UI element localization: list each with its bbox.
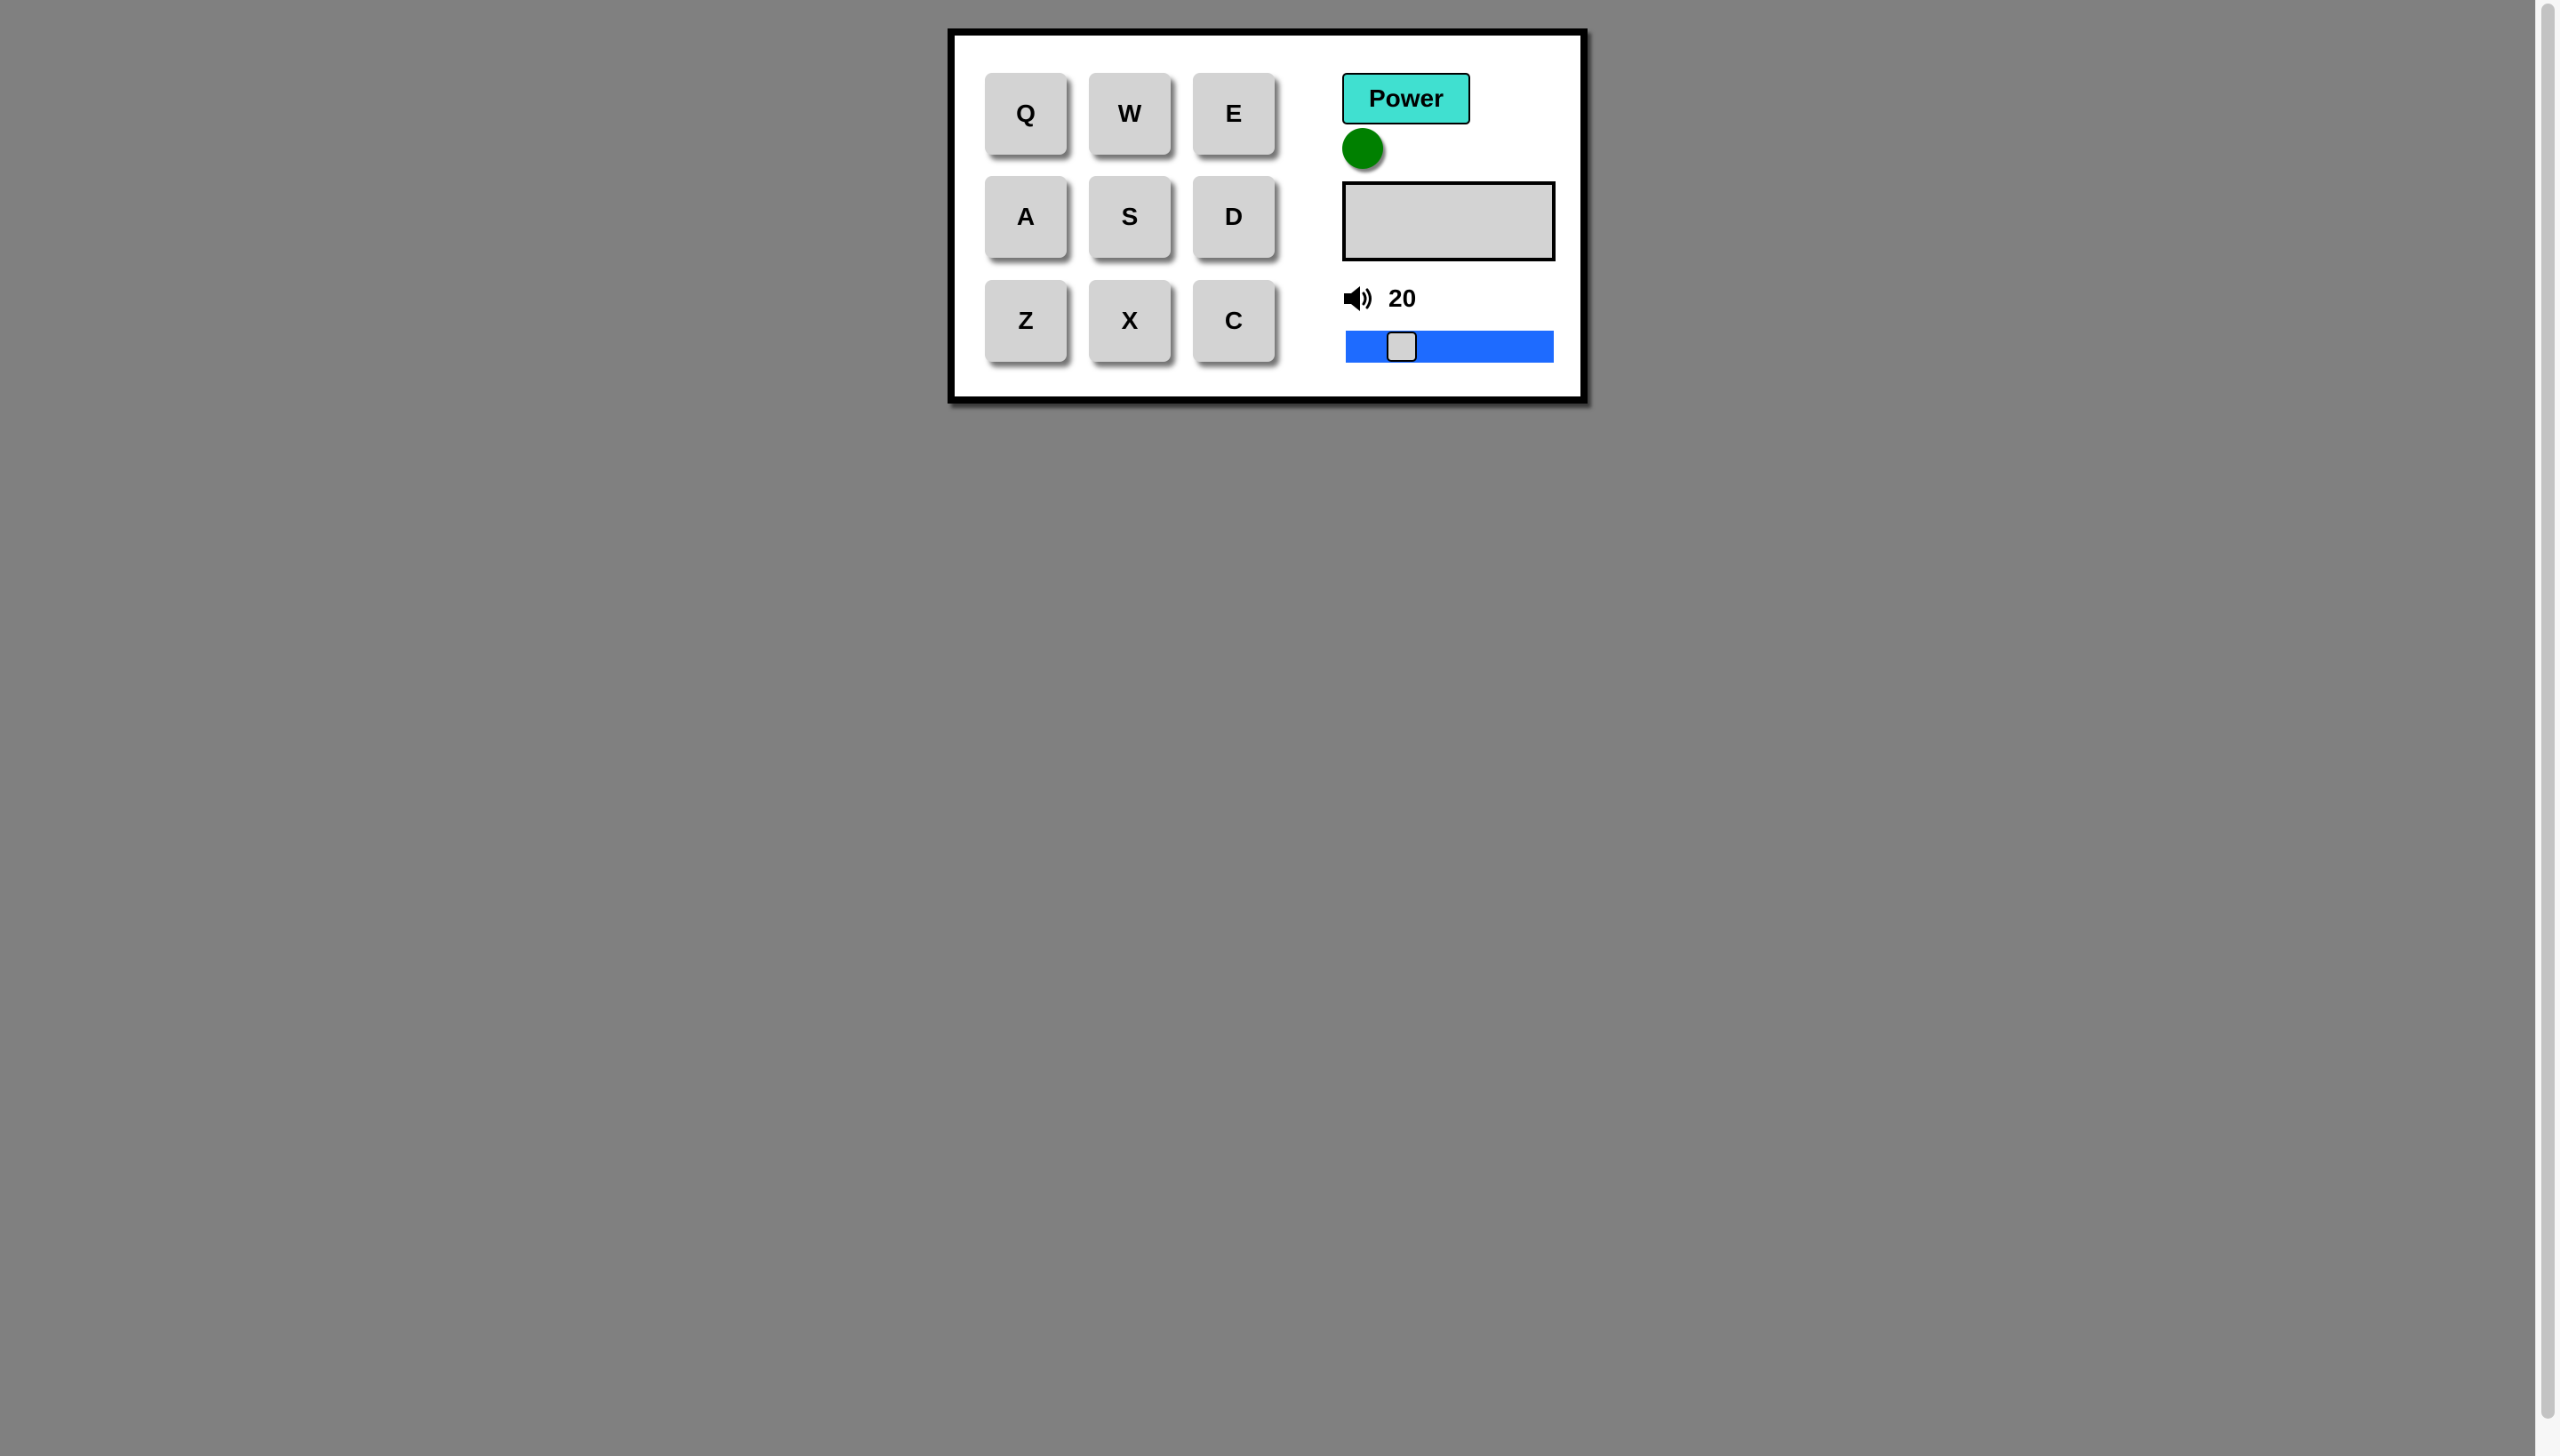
sound-name-display — [1342, 181, 1556, 261]
page-background: Q W E A S D Z X C Power 20 — [0, 0, 2560, 1456]
drum-pad-w[interactable]: W — [1089, 73, 1171, 155]
drum-pad-x[interactable]: X — [1089, 280, 1171, 362]
power-indicator-light — [1342, 128, 1383, 169]
volume-slider[interactable] — [1346, 331, 1554, 363]
drum-pad-q[interactable]: Q — [985, 73, 1067, 155]
power-button[interactable]: Power — [1342, 73, 1470, 124]
drum-pad-e[interactable]: E — [1193, 73, 1275, 155]
volume-row: 20 — [1342, 281, 1416, 316]
drum-pad-d[interactable]: D — [1193, 176, 1275, 258]
vertical-scrollbar[interactable] — [2535, 0, 2560, 1456]
drum-machine-panel: Q W E A S D Z X C Power 20 — [948, 28, 1588, 404]
drum-pad-z[interactable]: Z — [985, 280, 1067, 362]
speaker-volume-icon — [1342, 284, 1376, 314]
drum-pad-c[interactable]: C — [1193, 280, 1275, 362]
drum-pad-s[interactable]: S — [1089, 176, 1171, 258]
scrollbar-thumb[interactable] — [2541, 4, 2555, 1419]
volume-slider-thumb[interactable] — [1387, 332, 1417, 362]
drum-pad-a[interactable]: A — [985, 176, 1067, 258]
volume-value: 20 — [1388, 284, 1417, 312]
